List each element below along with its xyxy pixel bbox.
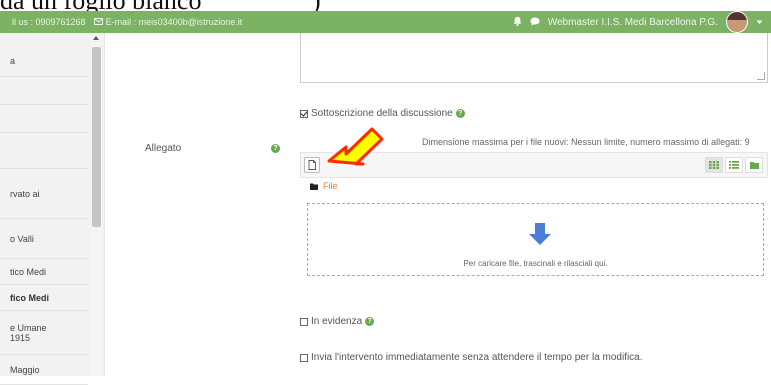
sidebar-scrollbar[interactable] bbox=[90, 33, 102, 376]
left-sidebar: a rvato ai o Valli tico Medi fico Medi e… bbox=[0, 33, 105, 385]
view-icons-button[interactable] bbox=[705, 157, 723, 173]
phone-text: ll us : 0909761268 bbox=[12, 17, 86, 27]
attachment-label: Allegato bbox=[145, 143, 182, 154]
help-icon[interactable]: ? bbox=[365, 317, 375, 326]
message-textarea[interactable] bbox=[300, 33, 768, 83]
email-text: E-mail : meis03400b@istruzione.it bbox=[105, 17, 243, 27]
file-drop-zone[interactable]: Per caricare file, trascinali e rilascia… bbox=[307, 203, 764, 276]
resize-handle-icon[interactable] bbox=[757, 72, 765, 80]
help-icon[interactable]: ? bbox=[455, 109, 465, 118]
avatar[interactable] bbox=[726, 11, 748, 33]
send-now-label[interactable]: Invia l'intervento immediatamente senza … bbox=[311, 352, 643, 363]
mail-icon bbox=[94, 17, 106, 27]
sidebar-item[interactable]: a bbox=[0, 45, 88, 77]
subscribe-row: Sottoscrizione della discussione ? bbox=[300, 108, 465, 119]
folder-icon bbox=[310, 183, 318, 190]
download-arrow-icon bbox=[529, 223, 551, 245]
scroll-thumb[interactable] bbox=[92, 47, 101, 227]
list-icon bbox=[729, 161, 739, 169]
sidebar-item[interactable]: e Umane 1915 bbox=[0, 311, 88, 355]
sidebar-item[interactable] bbox=[0, 133, 88, 169]
folder-icon bbox=[749, 162, 759, 169]
help-icon[interactable]: ? bbox=[271, 144, 280, 153]
sidebar-item[interactable]: tico Medi bbox=[0, 259, 88, 285]
pinned-checkbox[interactable] bbox=[300, 317, 308, 326]
user-name[interactable]: Webmaster I.I.S. Medi Barcellona P.G. bbox=[548, 17, 718, 28]
subscribe-label[interactable]: Sottoscrizione della discussione bbox=[311, 108, 453, 119]
sidebar-item[interactable]: Maggio bbox=[0, 355, 88, 385]
blank-file-icon bbox=[308, 160, 316, 170]
send-now-checkbox[interactable] bbox=[300, 353, 308, 362]
sidebar-item[interactable] bbox=[0, 77, 88, 105]
pinned-label[interactable]: In evidenza bbox=[311, 316, 362, 327]
drop-zone-text: Per caricare file, trascinali e rilascia… bbox=[463, 259, 608, 268]
chat-bubble-icon[interactable] bbox=[530, 17, 540, 28]
pinned-row: In evidenza ? bbox=[300, 316, 375, 327]
grid-icon bbox=[709, 161, 719, 169]
site-topbar: ll us : 0909761268 E-mail : meis03400b@i… bbox=[0, 11, 771, 33]
bell-icon[interactable] bbox=[513, 16, 522, 28]
view-list-button[interactable] bbox=[725, 157, 743, 173]
contact-info: ll us : 0909761268 E-mail : meis03400b@i… bbox=[12, 17, 242, 27]
scroll-up-arrow-icon[interactable] bbox=[93, 36, 99, 40]
sidebar-item[interactable]: o Valli bbox=[0, 219, 88, 259]
chevron-down-icon[interactable] bbox=[756, 17, 763, 27]
view-tree-button[interactable] bbox=[745, 157, 763, 173]
sidebar-item[interactable]: rvato ai bbox=[0, 169, 88, 219]
sidebar-item-active[interactable]: fico Medi bbox=[0, 285, 88, 311]
sidebar-item[interactable] bbox=[0, 105, 88, 133]
path-label[interactable]: File bbox=[323, 181, 338, 191]
add-file-button[interactable] bbox=[304, 157, 320, 173]
subscribe-checkbox[interactable] bbox=[300, 109, 308, 118]
annotation-arrow-icon bbox=[327, 127, 384, 166]
send-now-row: Invia l'intervento immediatamente senza … bbox=[300, 352, 643, 363]
max-size-text: Dimensione massima per i file nuovi: Nes… bbox=[422, 137, 750, 147]
filemanager-path: File bbox=[310, 181, 338, 191]
